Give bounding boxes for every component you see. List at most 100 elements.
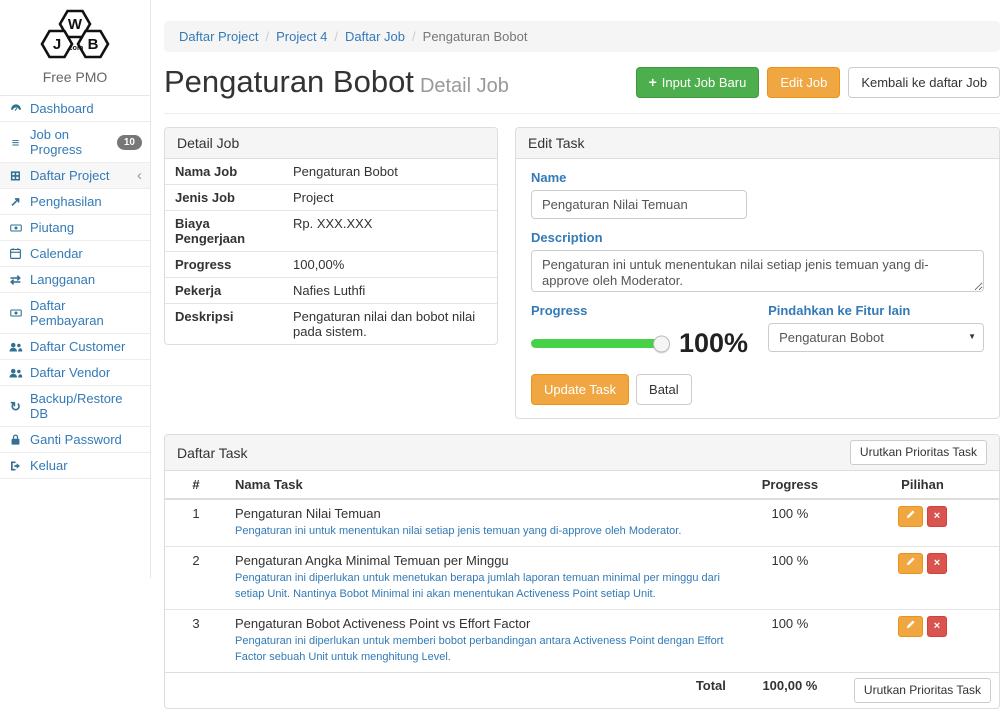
table-icon: ⊞ [8, 168, 23, 183]
breadcrumb-daftar-project[interactable]: Daftar Project [179, 29, 258, 44]
total-progress-value: 100,00 % [734, 672, 846, 708]
daftar-task-panel-title: Daftar Task [177, 445, 248, 461]
delete-task-button[interactable]: × [927, 506, 947, 527]
retweet-icon: ⇄ [8, 272, 23, 287]
sidebar-item-ganti-password[interactable]: Ganti Password [0, 427, 150, 453]
lock-icon [8, 433, 23, 446]
sidebar-item-label: Keluar [30, 458, 68, 473]
task-description: Pengaturan ini diperlukan untuk memberi … [235, 634, 726, 666]
close-icon: × [934, 557, 940, 570]
header-buttons: +Input Job Baru Edit Job Kembali ke daft… [636, 67, 1000, 98]
sidebar-item-dashboard[interactable]: Dashboard [0, 96, 150, 122]
users-icon [8, 367, 23, 379]
update-task-button[interactable]: Update Task [531, 374, 629, 405]
progress-slider-handle[interactable] [653, 335, 670, 352]
move-feature-select[interactable]: Pengaturan Bobot [768, 323, 984, 352]
sidebar-item-penghasilan[interactable]: ↗ Penghasilan [0, 189, 150, 215]
sidebar-item-label: Calendar [30, 246, 83, 261]
sidebar-nav: Dashboard ≡ Job on Progress 10 ⊞ Daftar … [0, 96, 150, 479]
list-icon: ≡ [8, 135, 23, 150]
detail-row-jenis-job: Jenis Job Project [165, 185, 497, 211]
chevron-left-icon: ‹ [137, 170, 142, 182]
sidebar-item-label: Job on Progress [30, 127, 110, 157]
move-feature-label: Pindahkan ke Fitur lain [768, 303, 984, 318]
task-name: Pengaturan Nilai Temuan [235, 506, 726, 521]
jwb-logo-icon: W J B .com [31, 8, 119, 64]
sidebar-item-daftar-customer[interactable]: Daftar Customer [0, 334, 150, 360]
task-number: 3 [165, 609, 227, 672]
task-description-textarea[interactable]: Pengaturan ini untuk menentukan nilai se… [531, 250, 984, 292]
detail-row-pekerja: Pekerja Nafies Luthfi [165, 278, 497, 304]
sidebar-item-piutang[interactable]: Piutang [0, 215, 150, 241]
edit-task-panel: Edit Task Name Description Pengaturan in… [515, 127, 1000, 419]
svg-text:B: B [88, 36, 99, 53]
batal-button[interactable]: Batal [636, 374, 692, 405]
job-count-badge: 10 [117, 135, 142, 150]
progress-label: Progress [531, 303, 748, 318]
sidebar-item-daftar-vendor[interactable]: Daftar Vendor [0, 360, 150, 386]
sidebar-item-keluar[interactable]: Keluar [0, 453, 150, 479]
urutkan-prioritas-task-button-top[interactable]: Urutkan Prioritas Task [850, 440, 987, 465]
delete-task-button[interactable]: × [927, 616, 947, 637]
pencil-icon [905, 619, 916, 634]
users-icon [8, 341, 23, 353]
column-header-progress: Progress [734, 471, 846, 499]
detail-row-deskripsi: Deskripsi Pengaturan nilai dan bobot nil… [165, 304, 497, 344]
delete-task-button[interactable]: × [927, 553, 947, 574]
refresh-icon: ↻ [8, 399, 23, 414]
sidebar-item-label: Daftar Project [30, 168, 109, 183]
sidebar-item-label: Daftar Customer [30, 339, 125, 354]
daftar-task-panel: Daftar Task Urutkan Prioritas Task # Nam… [164, 434, 1000, 709]
brand-name: Free PMO [4, 69, 146, 85]
urutkan-prioritas-task-button-bottom[interactable]: Urutkan Prioritas Task [854, 678, 991, 703]
page-subtitle: Detail Job [420, 75, 509, 97]
edit-task-button[interactable] [898, 506, 923, 527]
edit-job-button[interactable]: Edit Job [767, 67, 840, 98]
input-job-baru-button[interactable]: +Input Job Baru [636, 67, 760, 98]
description-label: Description [531, 230, 984, 245]
detail-job-table: Nama Job Pengaturan Bobot Jenis Job Proj… [165, 159, 497, 344]
sidebar-item-daftar-pembayaran[interactable]: Daftar Pembayaran [0, 293, 150, 334]
task-table: # Nama Task Progress Pilihan 1 Pengatura… [165, 471, 999, 708]
column-header-pilihan: Pilihan [846, 471, 999, 499]
sidebar-item-job-on-progress[interactable]: ≡ Job on Progress 10 [0, 122, 150, 163]
page-title: Pengaturan BobotDetail Job [164, 64, 509, 104]
svg-text:W: W [68, 16, 83, 33]
detail-job-panel: Detail Job Nama Job Pengaturan Bobot Jen… [164, 127, 498, 345]
svg-text:J: J [53, 36, 61, 53]
task-progress: 100 % [734, 499, 846, 546]
detail-row-nama-job: Nama Job Pengaturan Bobot [165, 159, 497, 185]
sidebar-item-label: Daftar Pembayaran [30, 298, 142, 328]
breadcrumb-project-4[interactable]: Project 4 [276, 29, 327, 44]
dashboard-icon [8, 102, 23, 115]
breadcrumb: Daftar Project Project 4 Daftar Job Peng… [164, 21, 1000, 52]
task-progress: 100 % [734, 609, 846, 672]
money-icon [8, 307, 23, 319]
total-label: Total [165, 672, 734, 708]
kembali-ke-daftar-job-button[interactable]: Kembali ke daftar Job [848, 67, 1000, 98]
sidebar-item-label: Dashboard [30, 101, 94, 116]
edit-task-panel-title: Edit Task [516, 128, 999, 159]
breadcrumb-daftar-job[interactable]: Daftar Job [345, 29, 405, 44]
sign-out-icon [8, 460, 23, 472]
logo[interactable]: W J B .com Free PMO [0, 0, 150, 96]
panels-row: Detail Job Nama Job Pengaturan Bobot Jen… [164, 127, 1000, 419]
progress-slider[interactable] [531, 339, 661, 348]
edit-task-button[interactable] [898, 553, 923, 574]
app-window: W J B .com Free PMO Dashboard ≡ Job on P… [0, 0, 1000, 578]
sidebar-item-langganan[interactable]: ⇄ Langganan [0, 267, 150, 293]
sidebar-item-backup-restore-db[interactable]: ↻ Backup/Restore DB [0, 386, 150, 427]
sidebar-item-label: Piutang [30, 220, 74, 235]
sidebar-item-label: Penghasilan [30, 194, 102, 209]
edit-task-button[interactable] [898, 616, 923, 637]
name-label: Name [531, 170, 984, 185]
total-row: Total 100,00 % Urutkan Prioritas Task [165, 672, 999, 708]
sidebar-item-daftar-project[interactable]: ⊞ Daftar Project ‹ [0, 163, 150, 189]
edit-task-form: Name Description Pengaturan ini untuk me… [516, 159, 999, 418]
sidebar-item-label: Daftar Vendor [30, 365, 110, 380]
task-number: 1 [165, 499, 227, 546]
table-row: 1 Pengaturan Nilai Temuan Pengaturan ini… [165, 499, 999, 546]
calendar-icon [8, 247, 23, 260]
sidebar-item-calendar[interactable]: Calendar [0, 241, 150, 267]
task-name-input[interactable] [531, 190, 747, 219]
